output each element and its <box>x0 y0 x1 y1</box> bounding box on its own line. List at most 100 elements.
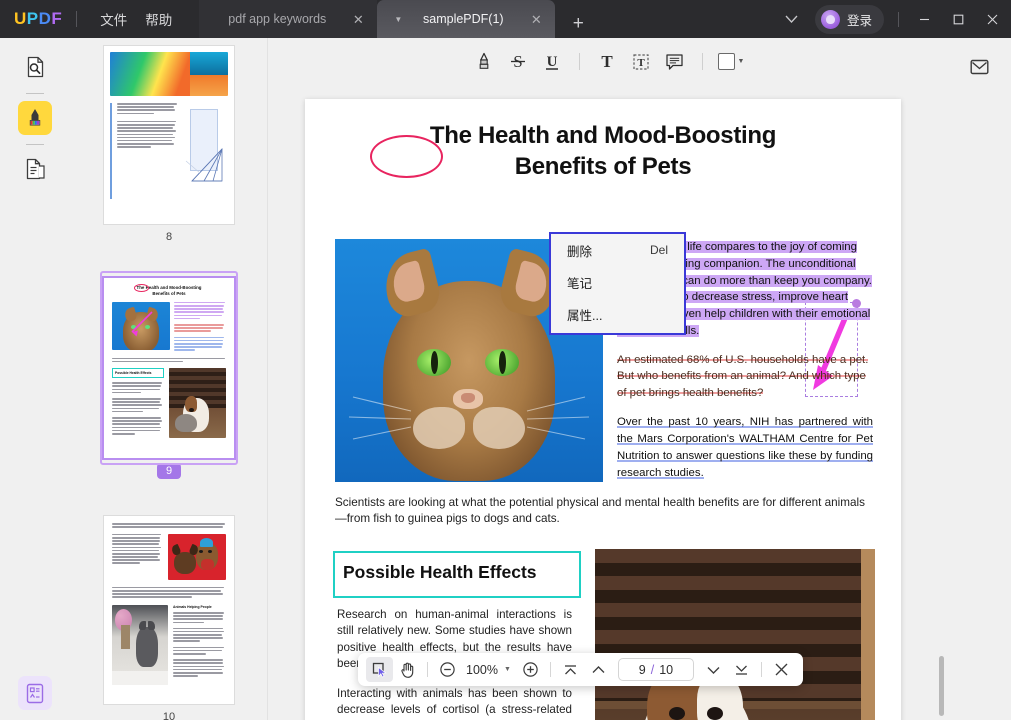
strikethrough-tool-button[interactable]: S <box>502 46 534 76</box>
tab-close-icon[interactable]: ✕ <box>349 10 367 28</box>
thumbnail-panel[interactable]: 8 The Health and Mood-Boosting Benefits o… <box>70 38 268 720</box>
strikethrough-icon: S <box>510 52 525 71</box>
new-tab-button[interactable]: + <box>563 8 593 38</box>
page-number-input[interactable]: 9 / 10 <box>617 658 694 681</box>
text-tool-button[interactable]: T <box>591 46 623 76</box>
select-cursor-icon <box>372 662 387 677</box>
thumbnail-page-number: 9 <box>70 463 267 479</box>
hand-tool-button[interactable] <box>394 657 421 682</box>
logo-divider <box>76 11 78 27</box>
zoom-level-value[interactable]: 100% <box>462 663 502 677</box>
underline-tool-button[interactable]: U <box>536 46 568 76</box>
underlined-paragraph[interactable]: Over the past 10 years, NIH has partnere… <box>617 414 873 481</box>
viewer-scrollbar[interactable] <box>939 656 944 716</box>
underline-icon: U <box>545 54 558 70</box>
rail-divider <box>26 93 44 94</box>
right-rail <box>948 38 1011 720</box>
thumbnail-page-9[interactable]: The Health and Mood-Boosting Benefits of … <box>70 271 267 479</box>
thumbnail-page-number: 10 <box>162 711 176 720</box>
svg-text:T: T <box>637 57 645 69</box>
thumbnail-page-8[interactable]: 8 <box>70 46 267 243</box>
dog-photo <box>595 549 875 720</box>
highlight-tool-button[interactable] <box>468 46 500 76</box>
context-menu-shortcut: Del <box>649 243 668 257</box>
zoom-dropdown-icon[interactable]: ▼ <box>503 666 516 673</box>
chevron-down-icon <box>707 666 720 674</box>
context-menu-item-note[interactable]: 笔记 <box>551 266 684 298</box>
zoom-out-button[interactable] <box>434 657 461 682</box>
tab-label: samplePDF(1) <box>423 12 504 26</box>
highlighter-icon <box>29 109 41 126</box>
search-icon <box>27 56 43 78</box>
annotation-context-menu[interactable]: 删除 Del 笔记 属性... <box>549 232 686 335</box>
tab-bar: pdf app keywords ✕ ▼ samplePDF(1) ✕ + <box>199 0 593 38</box>
pdf-page[interactable]: The Health and Mood-Boosting Benefits of… <box>305 99 901 720</box>
first-page-button[interactable] <box>557 657 584 682</box>
close-toolbar-button[interactable] <box>768 657 795 682</box>
mail-button[interactable] <box>965 52 995 82</box>
thumbnail-page-number: 8 <box>165 231 173 243</box>
chevron-down-icon[interactable]: ▼ <box>391 12 405 26</box>
next-page-button[interactable] <box>700 657 727 682</box>
toolbar-divider-b <box>549 662 551 677</box>
tab-close-icon[interactable]: ✕ <box>527 10 545 28</box>
toolbar-divider-a <box>427 662 428 677</box>
thumbnail-title: The Health and Mood-Boosting Benefits of … <box>112 283 226 297</box>
thumbnail-page-10[interactable]: Animals Helping People 10 <box>70 516 267 720</box>
first-page-icon <box>564 664 576 674</box>
total-pages-value: 10 <box>659 662 674 677</box>
section-heading: Possible Health Effects <box>343 562 537 582</box>
context-menu-label: 笔记 <box>567 276 593 291</box>
last-page-button[interactable] <box>728 657 755 682</box>
document-viewer[interactable]: The Health and Mood-Boosting Benefits of… <box>268 84 948 720</box>
text-box-icon: T <box>632 53 649 70</box>
window-controls-divider <box>898 11 899 27</box>
context-menu-item-delete[interactable]: 删除 Del <box>551 234 684 266</box>
sidebar-item-organize-pages[interactable] <box>18 152 52 186</box>
sidebar-item-form[interactable] <box>18 676 52 710</box>
page-navigation-toolbar: 100% ▼ 9 / 10 <box>358 653 803 686</box>
context-menu-item-properties[interactable]: 属性... <box>551 298 684 330</box>
current-page-value: 9 <box>638 662 646 677</box>
last-page-icon <box>735 665 747 675</box>
sidebar-item-search[interactable] <box>18 50 52 84</box>
text-box-tool-button[interactable]: T <box>625 46 657 76</box>
page-title-line2: Benefits of Pets <box>514 152 692 180</box>
minimize-button[interactable] <box>907 0 941 38</box>
body-paragraph-2: Interacting with animals has been shown … <box>337 686 572 720</box>
toolbar-divider-1 <box>578 52 580 70</box>
tab-pdf-app-keywords[interactable]: pdf app keywords ✕ <box>199 0 378 38</box>
sidebar-item-comment[interactable] <box>18 101 52 135</box>
maximize-button[interactable] <box>941 0 975 38</box>
rail-bottom-group <box>18 676 52 712</box>
select-tool-button[interactable] <box>366 657 393 682</box>
updf-application-window: UPDF 文件 帮助 pdf app keywords ✕ ▼ samplePD… <box>0 0 1011 720</box>
thumbnail-image[interactable] <box>104 46 234 224</box>
chevron-down-icon[interactable]: ▼ <box>738 58 745 65</box>
shape-color-button[interactable]: ▼ <box>714 46 749 76</box>
thumbnail-image[interactable]: Animals Helping People <box>104 516 234 704</box>
avatar-icon <box>820 9 840 29</box>
ellipse-annotation[interactable] <box>370 135 443 178</box>
menu-file[interactable]: 文件 <box>91 4 136 34</box>
tab-samplepdf[interactable]: ▼ samplePDF(1) ✕ <box>377 0 556 38</box>
chevron-up-icon <box>592 665 605 673</box>
tab-list-chevron-icon[interactable] <box>775 4 809 34</box>
menu-help[interactable]: 帮助 <box>136 4 181 34</box>
thumbnail-image[interactable]: The Health and Mood-Boosting Benefits of … <box>104 278 234 458</box>
document-list-icon <box>26 158 45 180</box>
toolbar-divider-2 <box>701 52 703 70</box>
strikethrough-paragraph[interactable]: An estimated 68% of U.S. households have… <box>617 352 873 402</box>
login-button[interactable]: 登录 <box>814 4 884 34</box>
zoom-in-button[interactable] <box>517 657 544 682</box>
page-separator: / <box>650 662 655 677</box>
close-button[interactable] <box>975 0 1009 38</box>
updf-logo: UPDF <box>14 9 63 28</box>
color-swatch[interactable] <box>717 52 735 70</box>
previous-page-button[interactable] <box>585 657 612 682</box>
mail-icon <box>970 59 989 75</box>
title-bar: UPDF 文件 帮助 pdf app keywords ✕ ▼ samplePD… <box>0 0 1011 38</box>
zoom-out-icon <box>440 662 455 677</box>
sticky-note-tool-button[interactable] <box>659 46 691 76</box>
login-label: 登录 <box>846 13 872 28</box>
